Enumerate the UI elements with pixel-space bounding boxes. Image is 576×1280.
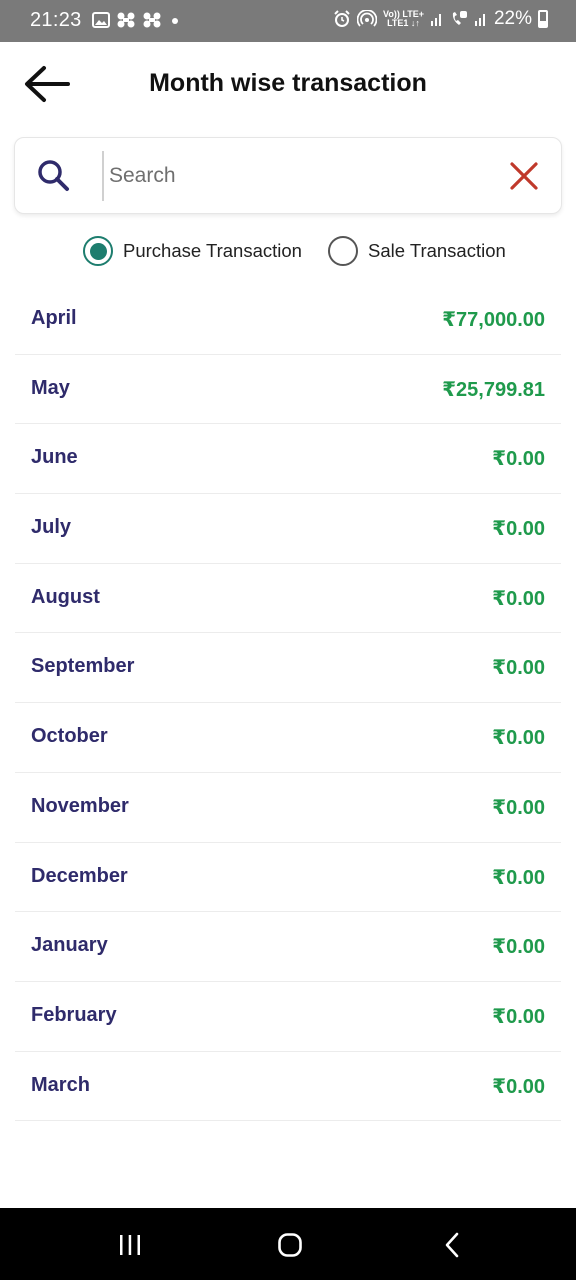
system-nav-bar <box>0 1208 576 1280</box>
month-label: August <box>31 585 100 608</box>
month-label: December <box>31 864 128 887</box>
home-icon <box>278 1233 302 1257</box>
list-item[interactable]: February ₹0.00 <box>15 982 561 1052</box>
radio-label: Purchase Transaction <box>123 240 302 261</box>
month-label: September <box>31 655 135 678</box>
list-item[interactable]: October ₹0.00 <box>15 703 561 773</box>
signal-icon <box>474 14 485 26</box>
battery-percent: 22% <box>493 8 532 29</box>
home-button[interactable] <box>270 1228 310 1262</box>
amount-value: ₹0.00 <box>492 727 545 750</box>
search-divider <box>102 151 104 201</box>
page-title: Month wise transaction <box>149 69 427 97</box>
recents-button[interactable] <box>110 1228 150 1262</box>
list-item[interactable]: May ₹25,799.81 <box>15 355 561 425</box>
list-item[interactable]: January ₹0.00 <box>15 912 561 982</box>
amount-value: ₹0.00 <box>492 796 545 819</box>
recents-icon <box>120 1235 140 1255</box>
list-item[interactable]: August ₹0.00 <box>15 564 561 634</box>
alarm-icon <box>334 10 350 27</box>
month-label: May <box>31 376 70 399</box>
month-label: June <box>31 446 78 469</box>
amount-value: ₹0.00 <box>492 587 545 610</box>
radio-label: Sale Transaction <box>368 240 506 261</box>
amount-value: ₹77,000.00 <box>442 309 545 331</box>
wifi-calling-icon <box>452 11 467 25</box>
list-item[interactable]: September ₹0.00 <box>15 633 561 704</box>
signal-icon <box>430 14 441 26</box>
status-right: Vo)) LTE+ LTE1 ↓↑ 22% <box>333 8 548 30</box>
list-item[interactable]: April ₹77,000.00 <box>15 285 561 355</box>
app-notification-icon <box>143 12 161 28</box>
month-label: March <box>31 1073 90 1096</box>
status-time: 21:23 <box>30 9 82 31</box>
amount-value: ₹25,799.81 <box>442 378 545 401</box>
status-bar: 21:23 Vo)) LTE+ LTE1 ↓↑ 22% <box>0 0 576 42</box>
hotspot-icon <box>357 10 378 27</box>
month-label: October <box>31 725 108 748</box>
radio-button-unchecked[interactable] <box>328 236 358 266</box>
search-input[interactable] <box>107 152 487 200</box>
radio-button-checked[interactable] <box>83 236 113 266</box>
notification-icons <box>92 11 182 29</box>
chevron-left-icon <box>445 1232 459 1258</box>
month-label: January <box>31 934 108 957</box>
month-label: April <box>31 307 77 329</box>
system-back-button[interactable] <box>432 1228 472 1262</box>
search-icon[interactable] <box>35 158 71 194</box>
amount-value: ₹0.00 <box>492 866 545 889</box>
more-notifications-dot-icon <box>172 18 178 24</box>
list-item[interactable]: July ₹0.00 <box>15 494 561 564</box>
amount-value: ₹0.00 <box>492 1075 545 1098</box>
amount-value: ₹0.00 <box>492 448 545 471</box>
list-item[interactable]: November ₹0.00 <box>15 773 561 843</box>
list-item[interactable]: December ₹0.00 <box>15 843 561 913</box>
amount-value: ₹0.00 <box>492 657 545 680</box>
transaction-type-filter: Purchase Transaction Sale Transaction <box>0 233 576 275</box>
radio-sale-transaction[interactable]: Sale Transaction <box>328 236 506 266</box>
radio-purchase-transaction[interactable]: Purchase Transaction <box>83 236 302 266</box>
app-notification-icon <box>117 12 135 28</box>
search-bar <box>14 137 562 214</box>
month-list: April ₹77,000.00 May ₹25,799.81 June ₹0.00 … <box>15 285 561 1122</box>
gallery-icon <box>92 12 110 28</box>
radio-dot <box>89 242 107 260</box>
close-icon[interactable] <box>509 161 539 191</box>
month-label: July <box>31 516 72 539</box>
battery-icon <box>538 10 548 28</box>
amount-value: ₹0.00 <box>492 936 545 959</box>
list-item[interactable]: March ₹0.00 <box>15 1052 561 1122</box>
network-type: Vo)) LTE+ LTE1 ↓↑ <box>383 9 424 28</box>
list-item[interactable]: June ₹0.00 <box>15 424 561 495</box>
app-bar: Month wise transaction <box>0 42 576 130</box>
amount-value: ₹0.00 <box>492 1005 545 1028</box>
month-label: November <box>31 794 129 817</box>
month-label: February <box>31 1003 117 1026</box>
amount-value: ₹0.00 <box>492 518 545 541</box>
